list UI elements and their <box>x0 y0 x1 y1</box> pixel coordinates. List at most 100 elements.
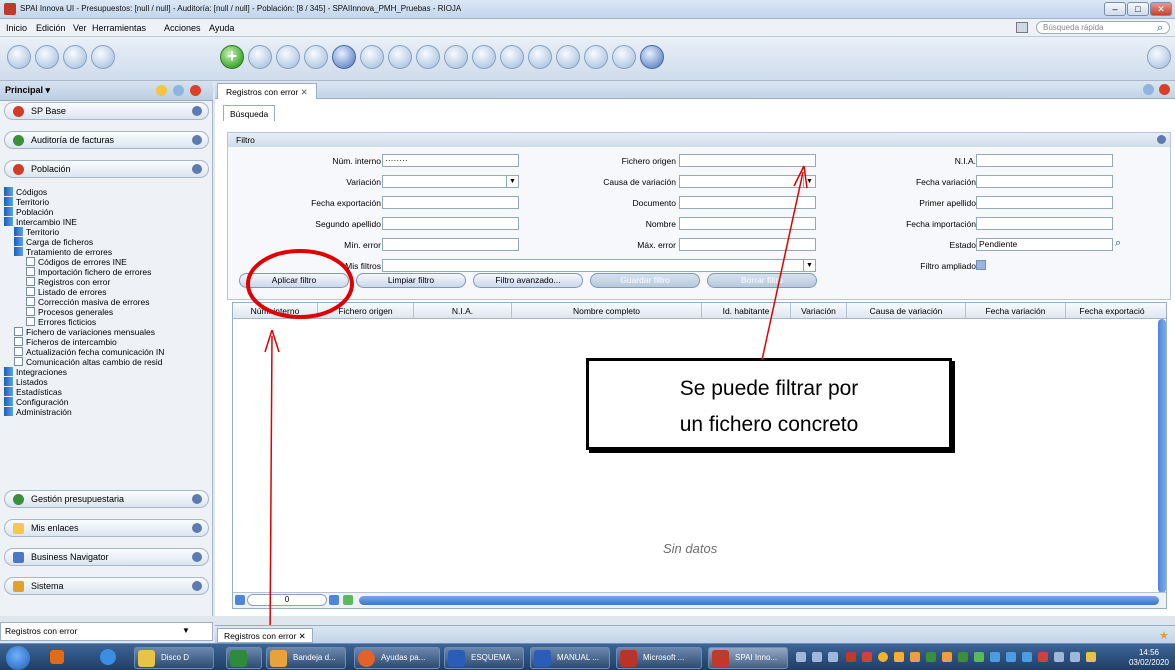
chevron-down-icon[interactable]: ▼ <box>803 260 815 271</box>
favorites-icon[interactable] <box>35 45 59 69</box>
edit-record-icon[interactable] <box>276 45 300 69</box>
open-icon[interactable] <box>248 45 272 69</box>
tab-registros-con-error[interactable]: Registros con error ✕ <box>217 83 317 99</box>
taskbar-esquema[interactable]: ESQUEMA ... <box>444 647 524 669</box>
column-fecha-exportacion[interactable]: Fecha exportació <box>1066 306 1158 316</box>
tree-item[interactable]: Listado de errores <box>4 287 164 297</box>
column-num-interno[interactable]: Núm. interno <box>233 306 317 316</box>
close-panel-icon[interactable] <box>1159 84 1170 95</box>
nia-input[interactable] <box>976 154 1113 167</box>
num-interno-input[interactable]: ········ <box>382 154 519 167</box>
delete-icon[interactable] <box>304 45 328 69</box>
taskbar-excel[interactable] <box>226 647 262 669</box>
report-icon[interactable] <box>640 45 664 69</box>
tray-icon[interactable] <box>990 652 1000 662</box>
tree-item[interactable]: Carga de ficheros <box>4 237 164 247</box>
tree-item[interactable]: Fichero de variaciones mensuales <box>4 327 164 337</box>
settings-icon[interactable] <box>173 85 184 96</box>
taskbar-bandeja[interactable]: Bandeja d... <box>266 647 346 669</box>
section-sp-base[interactable]: SP Base <box>4 102 209 120</box>
page-number-input[interactable]: 0 <box>247 594 327 606</box>
bottom-tab[interactable]: Registros con error ✕ <box>217 628 313 643</box>
search-record-icon[interactable] <box>584 45 608 69</box>
vertical-scrollbar[interactable] <box>1158 319 1166 593</box>
documento-input[interactable] <box>679 196 816 209</box>
tray-icon[interactable] <box>1086 652 1096 662</box>
maximize-button[interactable]: □ <box>1127 2 1149 16</box>
user-icon[interactable] <box>1147 45 1171 69</box>
min-error-input[interactable] <box>382 238 519 251</box>
filtro-avanzado-button[interactable]: Filtro avanzado... <box>473 273 583 288</box>
taskbar-disco-d[interactable]: Disco D <box>134 647 214 669</box>
column-causa-variacion[interactable]: Causa de variación <box>847 306 965 316</box>
edit-icon[interactable] <box>91 45 115 69</box>
tree-item[interactable]: Actualización fecha comunicación IN <box>4 347 164 357</box>
column-fichero-origen[interactable]: Fichero origen <box>318 306 413 316</box>
segundo-apellido-input[interactable] <box>382 217 519 230</box>
tray-icon[interactable] <box>1070 652 1080 662</box>
tray-icon[interactable] <box>846 652 856 662</box>
tray-icon[interactable] <box>942 652 952 662</box>
tray-icon[interactable] <box>1006 652 1016 662</box>
menu-acciones[interactable]: Acciones <box>164 23 201 33</box>
office-icon[interactable] <box>50 650 64 664</box>
chat-icon[interactable] <box>1016 22 1028 33</box>
tree-item[interactable]: Importación fichero de errores <box>4 267 164 277</box>
menu-ayuda[interactable]: Ayuda <box>209 23 234 33</box>
taskbar-manual[interactable]: MANUAL ... <box>530 647 610 669</box>
tray-icon[interactable] <box>926 652 936 662</box>
refresh-icon[interactable] <box>556 45 580 69</box>
previous-record-icon[interactable] <box>444 45 468 69</box>
last-record-icon[interactable] <box>500 45 524 69</box>
column-id-habitante[interactable]: Id. habitante <box>702 306 790 316</box>
tray-icon[interactable] <box>974 652 984 662</box>
tree-item[interactable]: Registros con error <box>4 277 164 287</box>
column-fecha-variacion[interactable]: Fecha variación <box>966 306 1065 316</box>
add-icon[interactable]: + <box>220 45 244 69</box>
estado-input[interactable]: Pendiente <box>976 238 1113 251</box>
section-sistema[interactable]: Sistema <box>4 577 209 595</box>
nombre-input[interactable] <box>679 217 816 230</box>
tree-item[interactable]: Comunicación altas cambio de resid <box>4 357 164 367</box>
close-button[interactable]: ✕ <box>1150 2 1172 16</box>
limpiar-filtro-button[interactable]: Limpiar filtro <box>356 273 466 288</box>
open-window-select[interactable]: Registros con error ▼ <box>0 622 213 641</box>
export-icon[interactable] <box>63 45 87 69</box>
tree-item[interactable]: Procesos generales <box>4 307 164 317</box>
tree-item[interactable]: Ficheros de intercambio <box>4 337 164 347</box>
max-error-input[interactable] <box>679 238 816 251</box>
tree-item[interactable]: Población <box>4 207 164 217</box>
section-business-navigator[interactable]: Business Navigator <box>4 548 209 566</box>
tree-item[interactable]: Estadísticas <box>4 387 164 397</box>
tree-item[interactable]: Errores ficticios <box>4 317 164 327</box>
tree-item[interactable]: Tratamiento de errores <box>4 247 164 257</box>
search-icon[interactable]: ⌕ <box>1115 237 1121 250</box>
filtro-ampliado-checkbox[interactable] <box>976 260 986 270</box>
horizontal-scrollbar[interactable] <box>359 596 1159 605</box>
primer-apellido-input[interactable] <box>976 196 1113 209</box>
ie-icon[interactable] <box>100 649 116 665</box>
fichero-origen-input[interactable] <box>679 154 816 167</box>
menu-inicio[interactable]: Inicio <box>6 23 27 33</box>
tray-icon[interactable] <box>958 652 968 662</box>
taskbar-spai[interactable]: SPAI Inno... <box>708 647 788 669</box>
menu-ver[interactable]: Ver <box>73 23 87 33</box>
tray-icon[interactable] <box>796 652 806 662</box>
tree-item[interactable]: Integraciones <box>4 367 164 377</box>
star-icon[interactable] <box>156 85 167 96</box>
tab-close-icon[interactable]: ✕ <box>301 87 308 97</box>
variacion-select[interactable]: ▼ <box>382 175 519 188</box>
section-gestion-presupuestaria[interactable]: Gestión presupuestaria <box>4 490 209 508</box>
fecha-variacion-input[interactable] <box>976 175 1113 188</box>
minimize-button[interactable]: – <box>1104 2 1126 16</box>
tree-item[interactable]: Códigos de errores INE <box>4 257 164 267</box>
chevron-down-icon[interactable]: ▼ <box>803 176 815 187</box>
tab-busqueda[interactable]: Búsqueda <box>223 105 276 121</box>
system-clock[interactable]: 14:56 03/02/2020 <box>1129 648 1169 668</box>
start-button[interactable] <box>6 646 30 670</box>
section-poblacion[interactable]: Población <box>4 160 209 178</box>
tray-icon[interactable] <box>1054 652 1064 662</box>
tray-icon[interactable] <box>1038 652 1048 662</box>
print-icon[interactable] <box>360 45 384 69</box>
tree-item[interactable]: Listados <box>4 377 164 387</box>
